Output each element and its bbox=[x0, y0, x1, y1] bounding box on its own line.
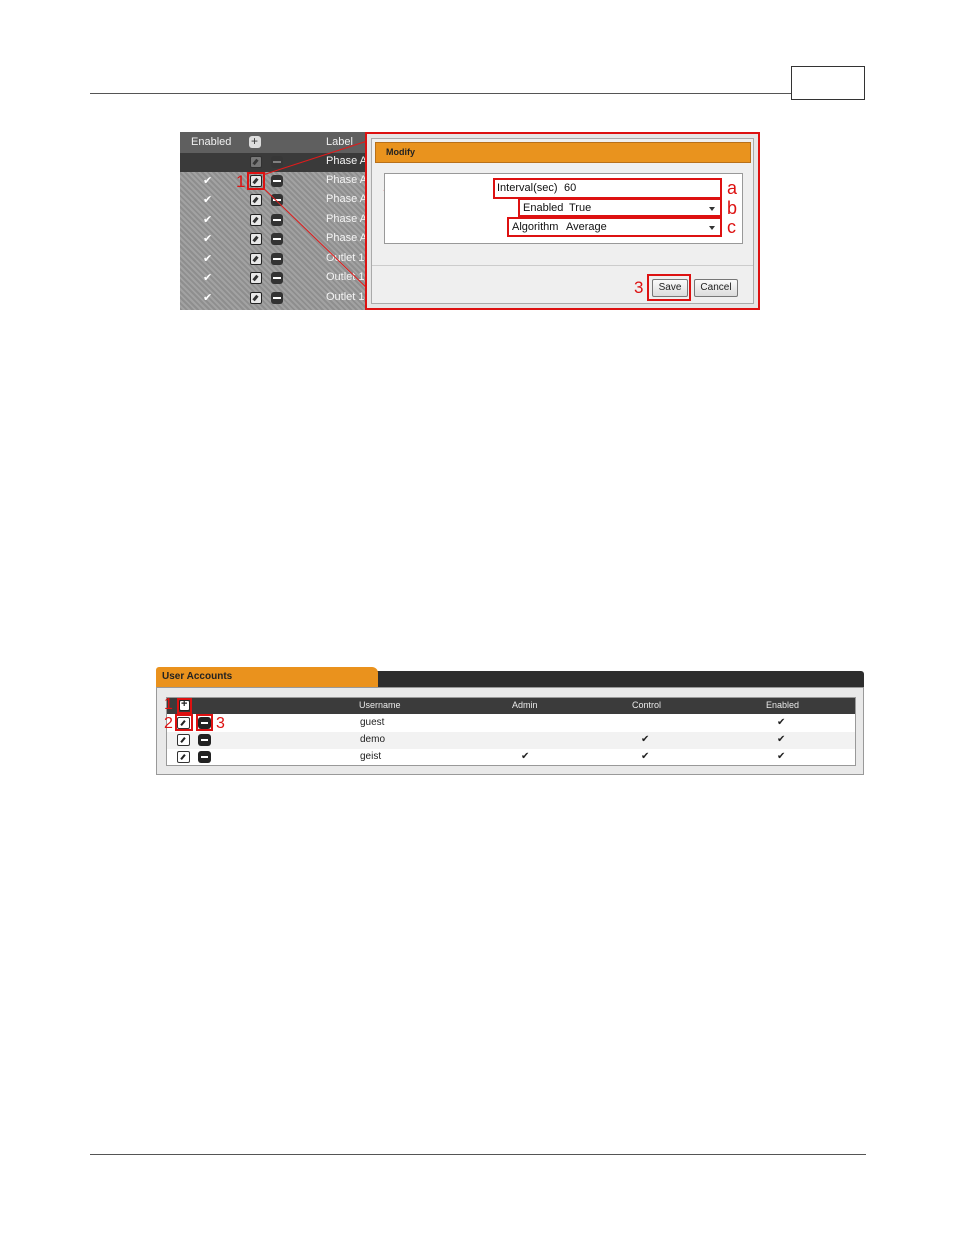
chevron-down-icon bbox=[709, 207, 715, 211]
callout-1: 1 bbox=[164, 696, 173, 713]
callout-box-delete bbox=[196, 714, 213, 731]
callout-3: 3 bbox=[634, 278, 644, 297]
dialog-title: Modify bbox=[375, 142, 751, 163]
table-row: guest ✔ bbox=[167, 715, 855, 732]
wrench-icon[interactable] bbox=[250, 272, 262, 284]
user-accounts-table: Username Admin Control Enabled guest ✔ d… bbox=[164, 696, 856, 766]
table-row: ✔ Outlet 1 bbox=[180, 289, 370, 308]
enabled-check: ✔ bbox=[203, 292, 213, 304]
interval-field[interactable]: Interval(sec) 60 bbox=[493, 178, 722, 199]
callout-box-add bbox=[177, 698, 192, 714]
save-button[interactable]: Save bbox=[652, 279, 688, 297]
enabled-check: ✔ bbox=[203, 175, 213, 187]
modify-dialog-frame: Modify 2 Interval(sec) 60 a Enabled True… bbox=[365, 132, 760, 310]
callout-c: c bbox=[727, 217, 736, 237]
algorithm-label: Algorithm bbox=[512, 221, 559, 233]
tab-user-accounts[interactable]: User Accounts bbox=[156, 667, 378, 687]
algorithm-select[interactable]: Algorithm Average bbox=[507, 217, 722, 237]
user-accounts-panel: Username Admin Control Enabled guest ✔ d… bbox=[156, 687, 864, 775]
table-row: ✔ Outlet 1 bbox=[180, 269, 370, 288]
enabled-check: ✔ bbox=[777, 751, 786, 762]
table-row: ✔ Outlet 1 bbox=[180, 250, 370, 269]
minus-icon[interactable] bbox=[271, 214, 283, 226]
wrench-icon[interactable] bbox=[177, 751, 190, 763]
table-header: Username Admin Control Enabled bbox=[167, 698, 855, 714]
control-check: ✔ bbox=[641, 734, 650, 745]
minus-icon[interactable] bbox=[271, 292, 283, 304]
username-cell: geist bbox=[360, 751, 382, 762]
table-row: ✔ Phase A bbox=[180, 211, 370, 230]
wrench-icon[interactable] bbox=[250, 194, 262, 206]
wrench-icon[interactable] bbox=[250, 214, 262, 226]
add-icon[interactable] bbox=[249, 134, 261, 148]
modify-dialog: Modify 2 Interval(sec) 60 a Enabled True… bbox=[371, 138, 754, 304]
table-row: demo ✔ ✔ bbox=[167, 732, 855, 749]
row-label: Phase A bbox=[326, 232, 367, 244]
row-label: Outlet 1 bbox=[326, 291, 365, 303]
table-row: geist ✔ ✔ ✔ bbox=[167, 749, 855, 766]
minus-icon[interactable] bbox=[271, 233, 283, 245]
row-label: Phase A bbox=[326, 213, 367, 225]
callout-1: 1 bbox=[236, 172, 246, 191]
enabled-check: ✔ bbox=[203, 214, 213, 226]
header-enabled: Enabled bbox=[191, 136, 232, 148]
callout-box-modify bbox=[175, 714, 193, 731]
enabled-label: Enabled bbox=[523, 202, 564, 214]
wrench-icon[interactable] bbox=[250, 233, 262, 245]
interval-value: 60 bbox=[564, 182, 577, 194]
table-row: ✔ Phase A bbox=[180, 230, 370, 249]
minus-icon[interactable] bbox=[198, 734, 211, 746]
page-number-box bbox=[791, 66, 865, 100]
minus-icon[interactable] bbox=[271, 156, 283, 168]
username-cell: demo bbox=[360, 734, 386, 745]
callout-2: 2 bbox=[164, 715, 173, 732]
minus-icon[interactable] bbox=[271, 175, 283, 187]
table-row: ✔ Phase A bbox=[180, 172, 370, 191]
column-admin: Admin bbox=[512, 700, 538, 710]
enabled-check: ✔ bbox=[777, 734, 786, 745]
row-label: Phase A bbox=[326, 155, 367, 167]
enabled-check: ✔ bbox=[203, 194, 213, 206]
header-rule bbox=[90, 93, 792, 94]
minus-icon[interactable] bbox=[271, 272, 283, 284]
interval-label: Interval(sec) bbox=[497, 182, 558, 194]
wrench-icon[interactable] bbox=[250, 156, 262, 168]
enabled-check: ✔ bbox=[203, 253, 213, 265]
enabled-check: ✔ bbox=[203, 272, 213, 284]
enabled-value: True bbox=[569, 202, 592, 214]
enabled-select[interactable]: Enabled True bbox=[518, 198, 722, 217]
cancel-button[interactable]: Cancel bbox=[694, 279, 738, 297]
enabled-check: ✔ bbox=[777, 717, 786, 728]
wrench-icon[interactable] bbox=[250, 292, 262, 304]
wrench-icon[interactable] bbox=[177, 734, 190, 746]
minus-icon[interactable] bbox=[271, 253, 283, 265]
control-check: ✔ bbox=[641, 751, 650, 762]
chevron-down-icon bbox=[709, 226, 715, 230]
callout-a: a bbox=[727, 178, 738, 198]
algorithm-value: Average bbox=[566, 221, 607, 233]
user-accounts-figure: User Accounts Username Admin Control Ena… bbox=[156, 667, 864, 775]
callout-3: 3 bbox=[216, 715, 225, 732]
modify-figure: Enabled Label Phase A ✔ Phase A ✔ Phase … bbox=[180, 132, 760, 310]
column-username: Username bbox=[359, 700, 401, 710]
row-label: Phase A bbox=[326, 193, 367, 205]
column-enabled: Enabled bbox=[766, 700, 800, 710]
enabled-check: ✔ bbox=[203, 233, 213, 245]
footer-rule bbox=[90, 1154, 866, 1155]
row-label: Phase A bbox=[326, 174, 367, 186]
wrench-icon[interactable] bbox=[250, 253, 262, 265]
dialog-separator bbox=[372, 265, 753, 266]
minus-icon[interactable] bbox=[198, 751, 211, 763]
username-cell: guest bbox=[360, 717, 385, 728]
callout-b: b bbox=[727, 198, 738, 218]
callout-box-modify-button bbox=[247, 172, 265, 190]
column-control: Control bbox=[632, 700, 662, 710]
admin-check: ✔ bbox=[521, 751, 530, 762]
